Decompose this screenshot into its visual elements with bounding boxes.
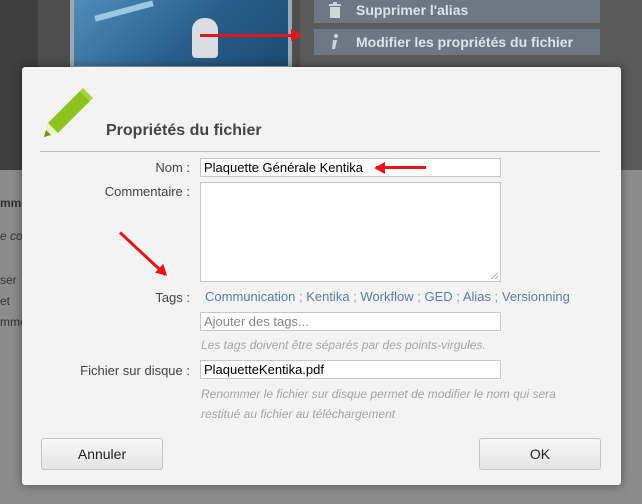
tags-hint: Les tags doivent être séparés par des po… bbox=[201, 338, 486, 352]
background-text-fragment: e co bbox=[0, 229, 23, 243]
comment-textarea[interactable] bbox=[200, 182, 501, 282]
file-properties-dialog: Propriétés du fichier Nom : Plaquette Gé… bbox=[22, 67, 621, 485]
menu-item-edit-file-properties[interactable]: Modifier les propriétés du fichier bbox=[314, 29, 600, 55]
menu-item-delete-alias[interactable]: Supprimer l'alias bbox=[314, 0, 600, 23]
tag-separator: ; bbox=[494, 289, 502, 304]
tag-link[interactable]: Workflow bbox=[360, 289, 413, 304]
thumbnail-figure bbox=[192, 18, 218, 58]
tag-link[interactable]: GED bbox=[425, 289, 453, 304]
file-on-disk-field[interactable]: PlaquetteKentika.pdf bbox=[200, 360, 501, 379]
pencil-icon bbox=[44, 88, 93, 137]
file-hint-line-2: restitué au fichier au téléchargement bbox=[201, 407, 396, 421]
tag-separator: ; bbox=[417, 289, 425, 304]
ok-button[interactable]: OK bbox=[479, 438, 601, 470]
add-tags-input[interactable]: Ajouter des tags... bbox=[200, 312, 501, 331]
menu-item-label: Modifier les propriétés du fichier bbox=[356, 34, 574, 50]
menu-item-label: Supprimer l'alias bbox=[356, 2, 469, 18]
comment-label: Commentaire : bbox=[104, 184, 190, 199]
annotation-arrow bbox=[376, 166, 426, 169]
file-hint-line-1: Renommer le fichier sur disque permet de… bbox=[201, 387, 556, 401]
thumbnail-image bbox=[74, 0, 288, 66]
tag-link[interactable]: Kentika bbox=[306, 289, 349, 304]
name-label: Nom : bbox=[155, 160, 190, 175]
annotation-arrow bbox=[200, 29, 302, 41]
tag-link[interactable]: Communication bbox=[205, 289, 295, 304]
trash-icon bbox=[324, 0, 346, 20]
name-field[interactable]: Plaquette Générale Kentika bbox=[200, 158, 501, 177]
tags-label: Tags : bbox=[155, 290, 190, 305]
background-text-fragment: et bbox=[0, 294, 11, 308]
cancel-button[interactable]: Annuler bbox=[41, 438, 163, 470]
title-divider bbox=[40, 151, 600, 152]
resize-grip-icon[interactable] bbox=[491, 272, 498, 279]
file-on-disk-label: Fichier sur disque : bbox=[80, 363, 190, 378]
tag-link[interactable]: Alias bbox=[463, 289, 491, 304]
background-text-fragment: ser bbox=[0, 273, 17, 287]
tag-list: Communication ; Kentika ; Workflow ; GED… bbox=[205, 289, 570, 304]
tag-link[interactable]: Versionning bbox=[502, 289, 570, 304]
info-icon bbox=[324, 32, 346, 52]
dialog-title: Propriétés du fichier bbox=[106, 122, 262, 139]
